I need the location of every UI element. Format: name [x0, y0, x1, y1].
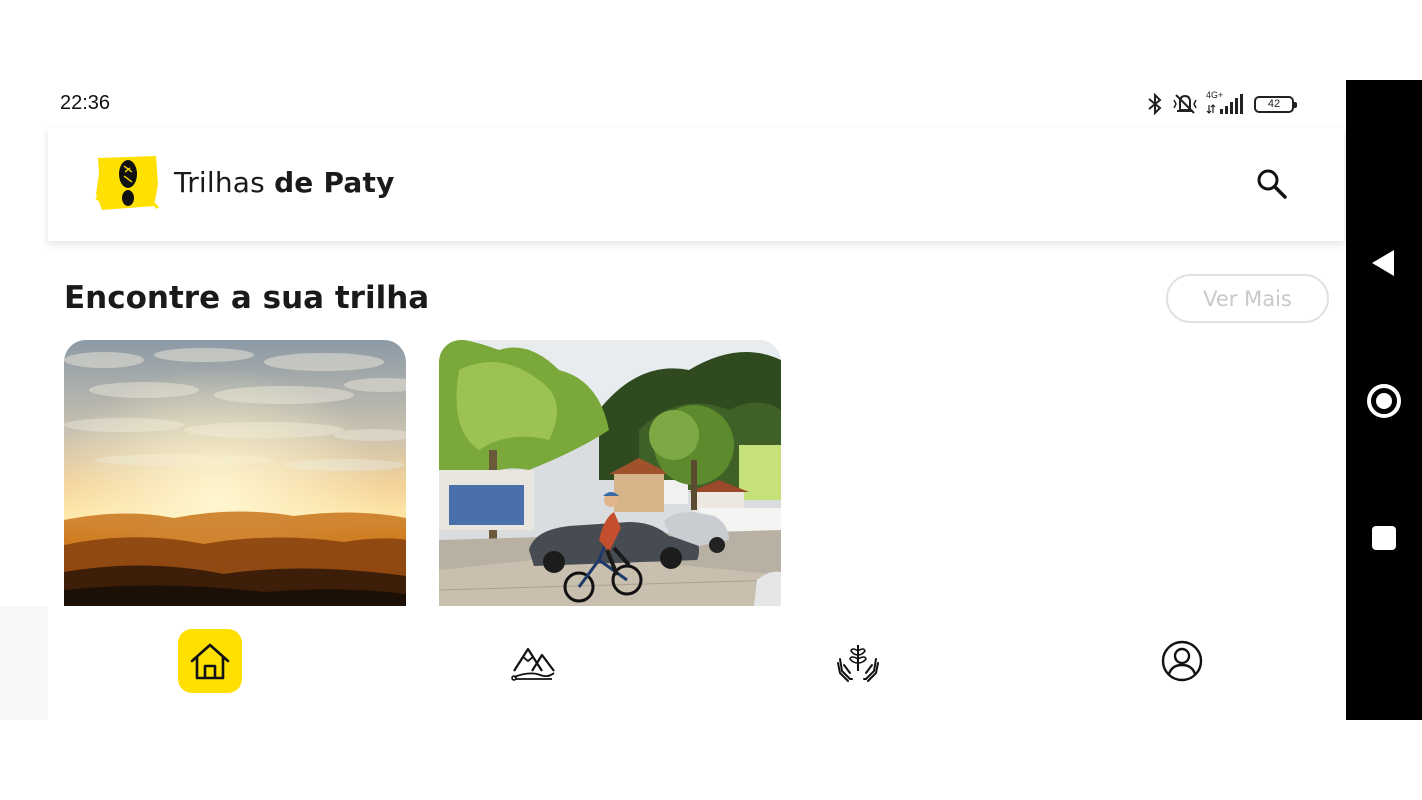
signal-icon: 4G+ — [1206, 90, 1246, 116]
nav-profile[interactable] — [1150, 629, 1214, 693]
home-icon — [190, 643, 230, 680]
footprint-logo-icon — [94, 154, 160, 212]
trail-card[interactable] — [64, 340, 406, 606]
nav-left-strip — [0, 606, 48, 720]
nav-trails[interactable] — [502, 629, 566, 693]
bluetooth-icon — [1146, 92, 1164, 116]
app-title-regular: Trilhas — [174, 166, 265, 199]
home-circle-icon[interactable] — [1367, 384, 1401, 418]
status-icons: 4G+ 42 — [1146, 90, 1297, 118]
network-type: 4G+ — [1206, 90, 1224, 100]
sunset-mountains-photo — [64, 340, 406, 606]
app-header: Trilhas de Paty — [48, 128, 1344, 241]
nav-care[interactable] — [826, 629, 890, 693]
silent-bell-icon — [1172, 92, 1198, 116]
app-title: Trilhas de Paty — [174, 166, 395, 199]
hands-plant-icon — [837, 645, 879, 682]
profile-icon — [1161, 640, 1203, 682]
back-icon — [1372, 250, 1394, 276]
nav-home[interactable] — [178, 629, 242, 693]
search-button[interactable] — [1254, 166, 1290, 202]
bottom-nav — [48, 606, 1344, 720]
trail-card[interactable] — [439, 340, 781, 606]
android-nav-bar — [1346, 80, 1422, 720]
mountain-trail-icon — [511, 647, 555, 681]
app-title-bold: de Paty — [274, 166, 395, 199]
cyclist-town-street-photo — [439, 340, 781, 606]
search-icon — [1257, 169, 1287, 199]
see-more-button[interactable]: Ver Mais — [1166, 274, 1329, 323]
recents-icon[interactable] — [1372, 526, 1396, 550]
back-button[interactable] — [1370, 248, 1396, 282]
status-time: 22:36 — [60, 92, 111, 114]
battery-icon: 42 — [1254, 95, 1297, 113]
section-title: Encontre a sua trilha — [64, 280, 430, 316]
